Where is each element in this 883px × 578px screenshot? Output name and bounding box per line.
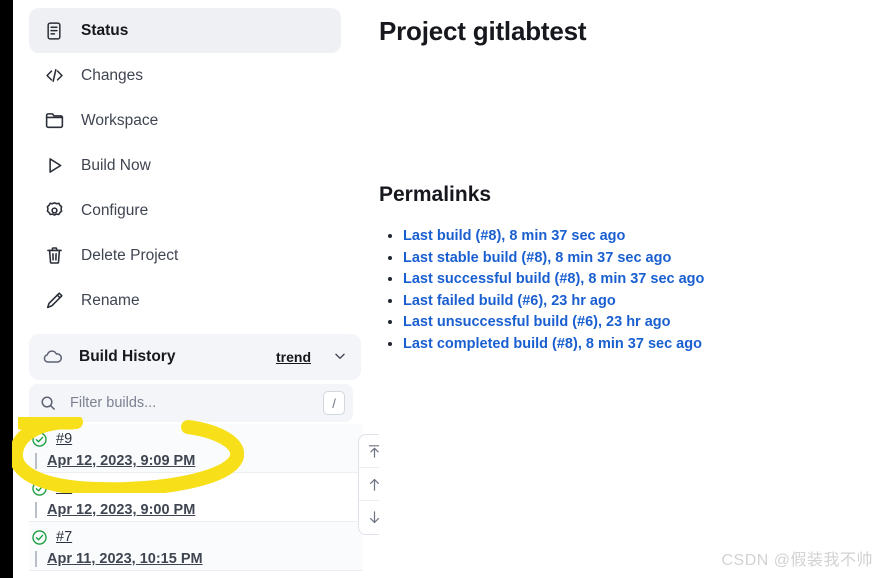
list-item: Last unsuccessful build (#6), 23 hr ago [403,313,883,331]
app-root: Status Changes Workspace Build Now Confi… [0,0,883,578]
sidebar-nav: Status Changes Workspace Build Now Confi… [13,0,349,323]
build-status-success-icon [31,431,48,448]
build-row-tick [35,453,37,469]
list-item: Last failed build (#6), 23 hr ago [403,292,883,310]
build-row[interactable]: #8 Apr 12, 2023, 9:00 PM [29,473,363,522]
sidebar-item-status[interactable]: Status [29,8,341,53]
search-icon [39,394,57,412]
chevron-down-icon[interactable] [333,349,347,365]
pencil-icon [43,290,65,312]
document-status-icon [43,20,65,42]
sidebar: Status Changes Workspace Build Now Confi… [13,0,390,578]
main-content: Project gitlabtest Permalinks Last build… [379,0,883,578]
sidebar-item-label: Delete Project [81,246,179,264]
sidebar-item-label: Build Now [81,156,151,174]
gear-icon [43,200,65,222]
build-history-title: Build History [79,348,176,365]
sidebar-item-configure[interactable]: Configure [29,188,341,233]
permalink-last-successful-build[interactable]: Last successful build (#8), 8 min 37 sec… [403,271,704,287]
permalinks-heading: Permalinks [379,183,492,206]
build-date-link[interactable]: Apr 12, 2023, 9:00 PM [47,502,195,518]
build-number-link[interactable]: #8 [56,480,72,496]
page-title: Project gitlabtest [379,16,587,46]
filter-builds-field[interactable]: / [29,384,353,422]
build-date-link[interactable]: Apr 12, 2023, 9:09 PM [47,453,195,469]
list-item: Last completed build (#8), 8 min 37 sec … [403,335,883,353]
build-history-trend-link[interactable]: trend [276,349,311,365]
permalink-last-failed-build[interactable]: Last failed build (#6), 23 hr ago [403,293,616,309]
cloud-icon [41,345,65,369]
sidebar-item-label: Changes [81,66,144,84]
permalink-last-build[interactable]: Last build (#8), 8 min 37 sec ago [403,228,625,244]
build-row[interactable]: #7 Apr 11, 2023, 10:15 PM [29,522,363,571]
build-history-list: #9 Apr 12, 2023, 9:09 PM #8 Apr 12, 2023… [29,424,363,571]
sidebar-item-changes[interactable]: Changes [29,53,341,98]
sidebar-item-build-now[interactable]: Build Now [29,143,341,188]
play-triangle-icon [43,155,65,177]
sidebar-item-delete-project[interactable]: Delete Project [29,233,341,278]
search-input[interactable] [68,394,312,412]
build-date-link[interactable]: Apr 11, 2023, 10:15 PM [47,551,203,567]
folder-icon [43,110,65,132]
sidebar-item-label: Configure [81,201,149,219]
build-status-success-icon [31,529,48,546]
build-number-link[interactable]: #7 [56,529,72,545]
permalink-last-stable-build[interactable]: Last stable build (#8), 8 min 37 sec ago [403,250,671,266]
build-number-link[interactable]: #9 [56,431,72,447]
permalinks-list: Last build (#8), 8 min 37 sec ago Last s… [379,227,883,353]
list-item: Last build (#8), 8 min 37 sec ago [403,227,883,245]
sidebar-item-workspace[interactable]: Workspace [29,98,341,143]
build-status-success-icon [31,480,48,497]
list-item: Last stable build (#8), 8 min 37 sec ago [403,249,883,267]
csdn-watermark: CSDN @假装我不帅 [721,552,873,569]
list-item: Last successful build (#8), 8 min 37 sec… [403,270,883,288]
sidebar-item-label: Status [81,21,129,39]
search-shortcut-badge: / [323,391,345,415]
build-history-header: Build History trend [29,334,361,380]
sidebar-item-label: Workspace [81,111,159,129]
trash-icon [43,245,65,267]
sidebar-item-label: Rename [81,291,140,309]
build-history-panel: Build History trend / [29,334,363,571]
code-brackets-icon [43,65,65,87]
permalink-last-completed-build[interactable]: Last completed build (#8), 8 min 37 sec … [403,336,702,352]
build-row[interactable]: #9 Apr 12, 2023, 9:09 PM [29,424,363,473]
sidebar-item-rename[interactable]: Rename [29,278,341,323]
build-row-tick [35,551,37,567]
permalink-last-unsuccessful-build[interactable]: Last unsuccessful build (#6), 23 hr ago [403,314,671,330]
window-left-rail [0,0,13,578]
build-row-tick [35,502,37,518]
